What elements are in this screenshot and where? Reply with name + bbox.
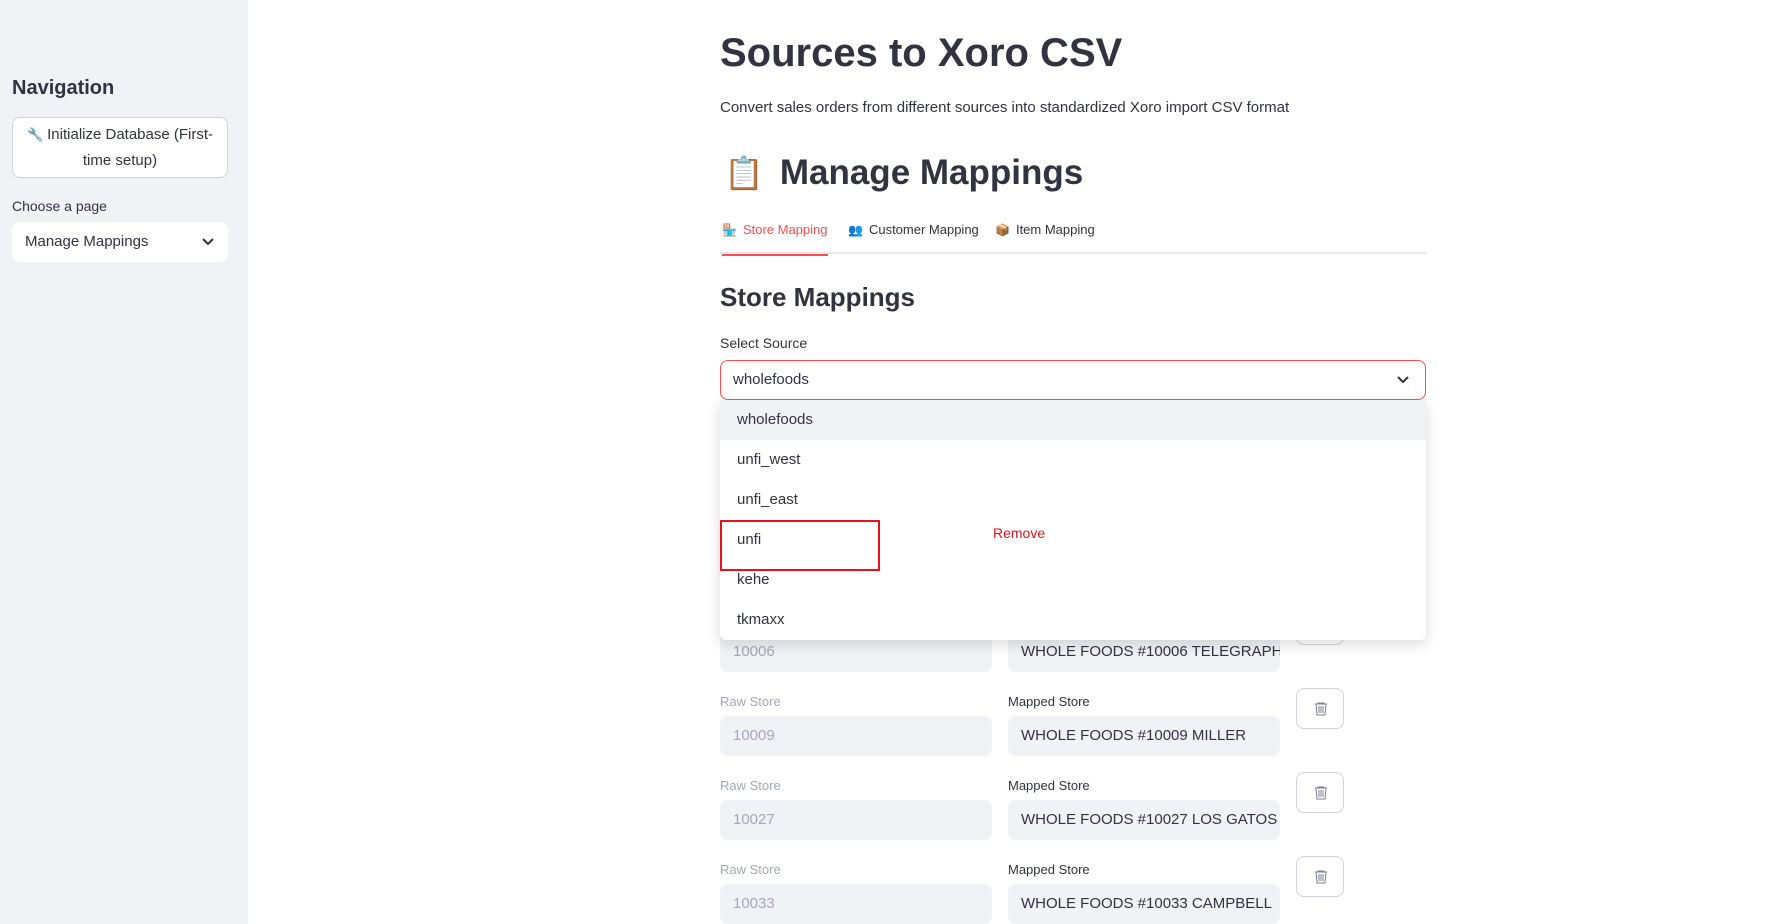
select-source-label: Select Source <box>720 335 808 351</box>
dropdown-option[interactable]: wholefoods <box>720 400 1426 440</box>
people-icon: 👥 <box>848 223 863 237</box>
page-select-value: Manage Mappings <box>25 233 149 250</box>
trash-icon <box>1315 702 1327 716</box>
sidebar-title: Navigation <box>12 77 115 99</box>
app-subtitle: Convert sales orders from different sour… <box>720 99 1290 116</box>
section-title: 📋 Manage Mappings <box>724 150 1083 196</box>
raw-store-label: Raw Store <box>720 778 781 793</box>
dropdown-option[interactable]: unfi_west <box>720 440 1426 480</box>
tab-store-mapping-label: Store Mapping <box>742 222 828 237</box>
store-mappings-title: Store Mappings <box>720 282 916 312</box>
delete-button[interactable] <box>1296 688 1344 729</box>
initialize-database-label: Initialize Database (First-time setup) <box>47 126 214 169</box>
tab-bar: 🏪 Store Mapping 👥 Customer Mapping 📦 Item M… <box>720 218 1426 256</box>
tab-customer-mapping-label: Customer Mapping <box>868 222 979 237</box>
clipboard-icon: 📋 <box>724 155 764 191</box>
source-select-value: wholefoods <box>733 371 809 388</box>
dropdown-option[interactable]: tkmaxx <box>720 600 1426 640</box>
sidebar: Navigation 🔧 Initialize Database (First-t… <box>0 0 248 924</box>
mapped-store-label: Mapped Store <box>1008 778 1090 793</box>
page-select[interactable]: Manage Mappings <box>12 222 228 262</box>
tab-customer-mapping[interactable]: 👥 Customer Mapping <box>848 222 979 252</box>
source-select[interactable]: wholefoods <box>720 360 1426 400</box>
tab-store-mapping[interactable]: 🏪 Store Mapping <box>722 222 828 256</box>
mapped-store-input[interactable]: WHOLE FOODS #10027 LOS GATOS <box>1008 800 1280 840</box>
mapped-store-input[interactable]: WHOLE FOODS #10033 CAMPBELL <box>1008 884 1280 924</box>
initialize-database-button[interactable]: 🔧 Initialize Database (First-time setup) <box>12 117 228 178</box>
raw-store-label: Raw Store <box>720 862 781 877</box>
choose-page-label: Choose a page <box>12 198 107 214</box>
section-title-text: Manage Mappings <box>779 153 1084 192</box>
tab-item-mapping-label: Item Mapping <box>1015 222 1095 237</box>
chevron-down-icon <box>1397 361 1409 399</box>
wrench-icon: 🔧 <box>26 127 44 142</box>
dropdown-option[interactable]: unfi_east <box>720 480 1426 520</box>
raw-store-input[interactable]: 10033 <box>720 884 992 924</box>
store-icon: 🏪 <box>722 223 737 237</box>
chevron-down-icon <box>202 222 214 262</box>
mapped-store-label: Mapped Store <box>1008 694 1090 709</box>
raw-store-input[interactable]: 10009 <box>720 716 992 756</box>
delete-button[interactable] <box>1296 772 1344 813</box>
mapped-store-label: Mapped Store <box>1008 862 1090 877</box>
raw-store-input[interactable]: 10027 <box>720 800 992 840</box>
mapped-store-input[interactable]: WHOLE FOODS #10009 MILLER <box>1008 716 1280 756</box>
delete-button[interactable] <box>1296 856 1344 897</box>
annotation-highlight-box <box>720 520 880 571</box>
trash-icon <box>1315 870 1327 884</box>
package-icon: 📦 <box>995 223 1010 237</box>
annotation-remove-label: Remove <box>993 525 1046 541</box>
app-title: Sources to Xoro CSV <box>720 31 1123 75</box>
trash-icon <box>1315 786 1327 800</box>
raw-store-label: Raw Store <box>720 694 781 709</box>
tab-item-mapping[interactable]: 📦 Item Mapping <box>995 222 1095 252</box>
